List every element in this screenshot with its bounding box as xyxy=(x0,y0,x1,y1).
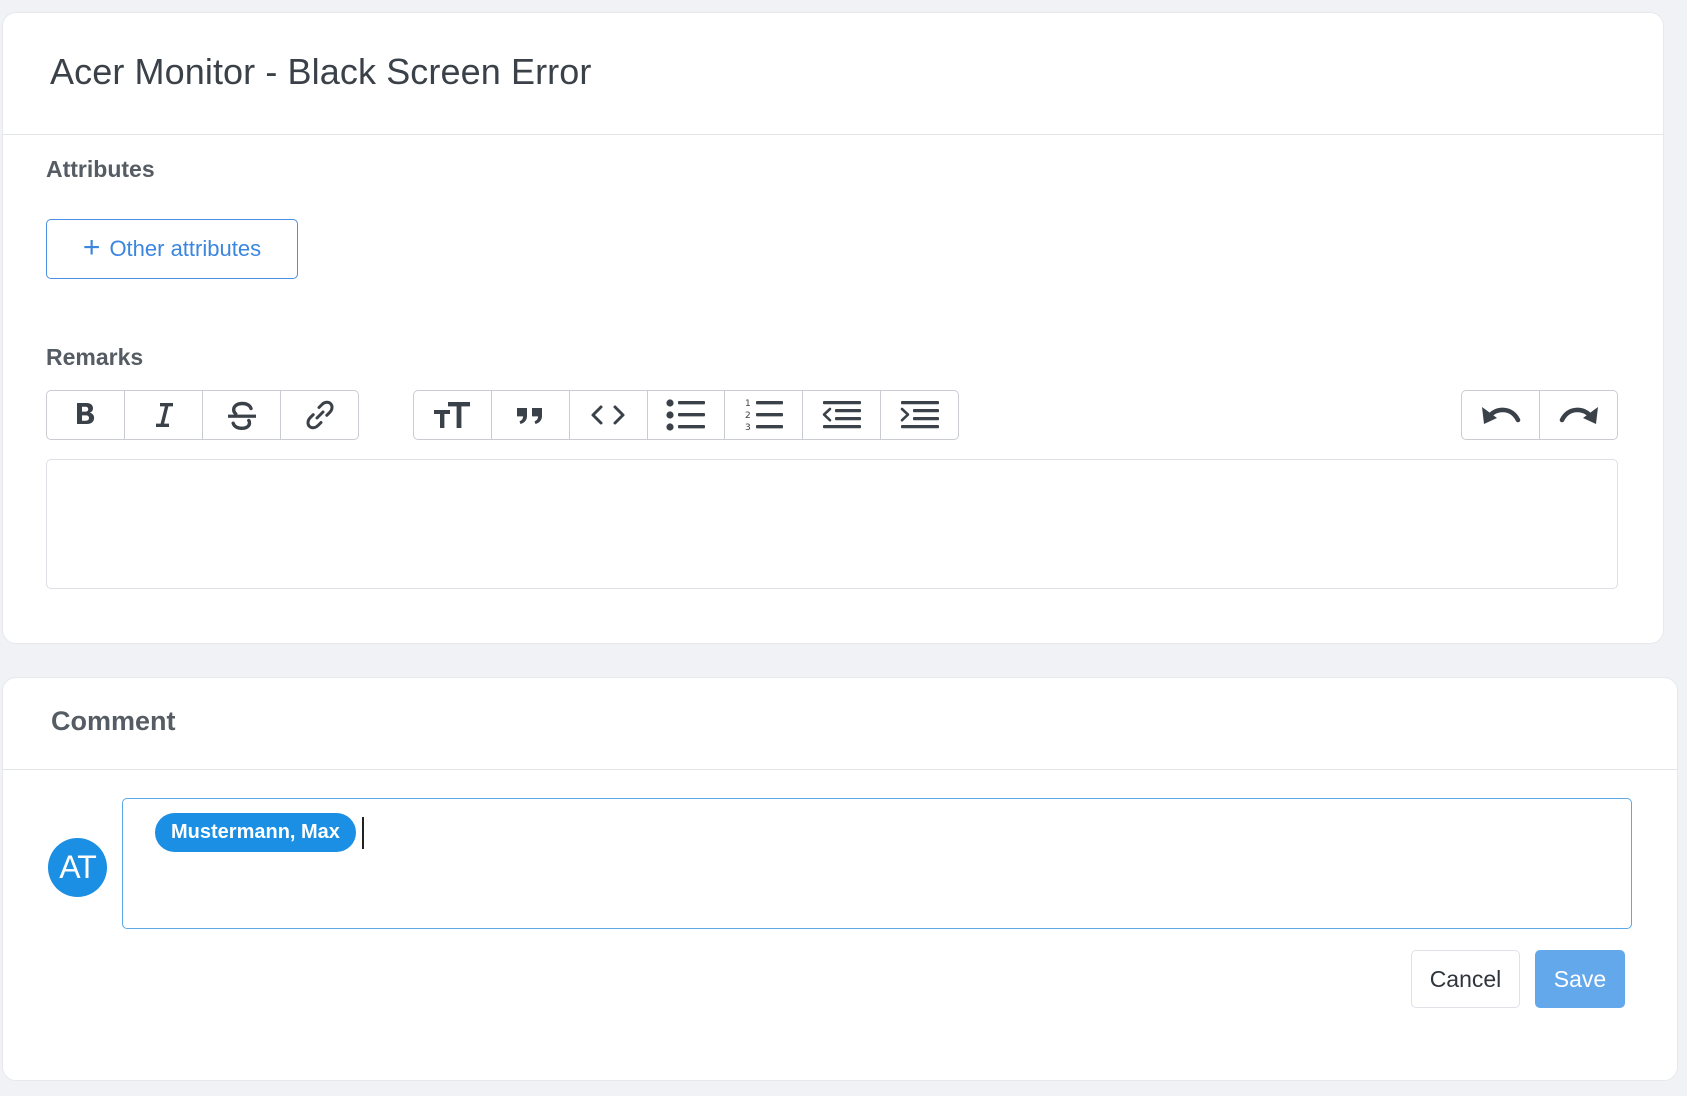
strikethrough-icon xyxy=(227,401,256,430)
redo-icon xyxy=(1559,407,1598,424)
block-toolbar-group: 1 2 3 xyxy=(413,390,959,440)
code-button[interactable] xyxy=(570,391,648,439)
numbered-list-icon: 1 2 3 xyxy=(745,399,783,433)
mention-chip[interactable]: Mustermann, Max xyxy=(155,813,356,852)
attributes-label: Attributes xyxy=(46,156,155,182)
quote-button[interactable] xyxy=(492,391,570,439)
numbered-list-button[interactable]: 1 2 3 xyxy=(725,391,804,439)
ticket-title: Acer Monitor - Black Screen Error xyxy=(50,51,592,92)
outdent-icon xyxy=(822,401,861,429)
code-icon xyxy=(591,405,625,425)
ticket-header: Acer Monitor - Black Screen Error xyxy=(3,13,1663,135)
other-attributes-label: Other attributes xyxy=(109,236,262,261)
italic-button[interactable] xyxy=(125,391,203,439)
bold-button[interactable] xyxy=(47,391,125,439)
remarks-label: Remarks xyxy=(46,344,144,370)
undo-icon xyxy=(1481,407,1520,424)
link-button[interactable] xyxy=(281,391,358,439)
comment-input[interactable]: Mustermann, Max xyxy=(122,798,1632,929)
history-toolbar-group xyxy=(1461,390,1618,440)
plus-icon: + xyxy=(82,230,101,264)
bullet-list-button[interactable] xyxy=(648,391,726,439)
undo-button[interactable] xyxy=(1462,391,1540,439)
svg-text:2: 2 xyxy=(745,411,751,421)
redo-button[interactable] xyxy=(1540,391,1617,439)
link-icon xyxy=(306,400,333,430)
svg-text:3: 3 xyxy=(745,423,751,433)
indent-button[interactable] xyxy=(881,391,958,439)
comment-header: Comment xyxy=(3,678,1677,770)
quote-icon xyxy=(517,408,543,424)
cancel-button[interactable]: Cancel xyxy=(1411,950,1520,1008)
save-button[interactable]: Save xyxy=(1535,950,1625,1008)
strikethrough-button[interactable] xyxy=(203,391,281,439)
bold-icon xyxy=(76,403,94,424)
format-toolbar-group xyxy=(46,390,359,440)
remarks-editor[interactable] xyxy=(46,459,1618,589)
other-attributes-button[interactable]: + Other attributes xyxy=(46,219,298,279)
svg-text:1: 1 xyxy=(745,399,751,409)
heading-button[interactable] xyxy=(414,391,492,439)
indent-icon xyxy=(900,401,939,429)
text-caret xyxy=(362,817,364,849)
avatar: AT xyxy=(48,838,107,897)
comment-title: Comment xyxy=(51,706,176,736)
outdent-button[interactable] xyxy=(803,391,882,439)
italic-icon xyxy=(155,403,173,427)
heading-icon xyxy=(434,402,471,428)
bullet-list-icon xyxy=(666,399,705,431)
